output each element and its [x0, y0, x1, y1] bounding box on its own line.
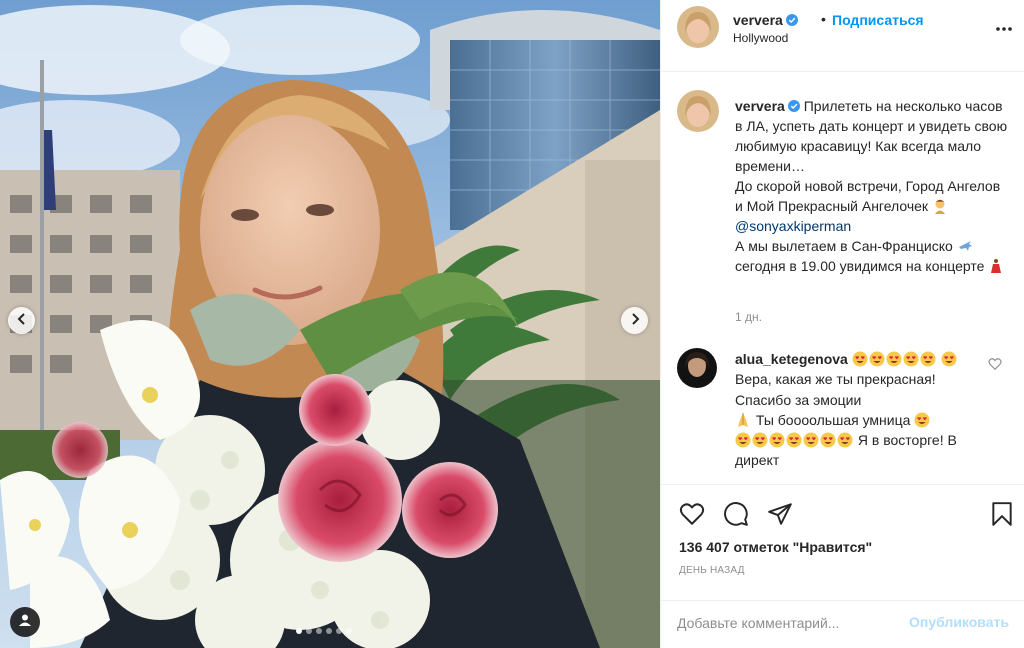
heart-eyes-emoji [941, 351, 957, 367]
heart-eyes-emoji [852, 351, 868, 367]
carousel-dot [306, 628, 312, 634]
mention-link[interactable]: @sonyaxkiperman [735, 218, 851, 234]
folded-hands-emoji [738, 412, 748, 427]
commenter-avatar[interactable] [677, 348, 717, 388]
carousel-dot [346, 628, 352, 634]
commenter-username[interactable]: alua_ketegenova [735, 351, 848, 367]
carousel-dot [336, 628, 342, 634]
heart-eyes-emoji [820, 432, 836, 448]
post-caption: ververa Прилететь на несколько часов в Л… [661, 74, 1024, 336]
verified-badge-icon [787, 100, 800, 112]
caption-line: До скорой новой встречи, Город Ангелов и… [735, 178, 1001, 214]
avatar[interactable] [677, 90, 719, 132]
heart-eyes-emoji [735, 432, 751, 448]
carousel-dot [296, 628, 302, 634]
heart-eyes-emoji [837, 432, 853, 448]
airplane-emoji [958, 241, 972, 251]
heart-eyes-emoji [869, 351, 885, 367]
user-tag-icon [18, 613, 32, 632]
bookmark-icon[interactable] [989, 501, 1015, 527]
caption-line: сегодня в 19.00 увидимся на концерте [735, 258, 985, 274]
carousel-indicator [296, 628, 352, 634]
comment-bubble-icon[interactable] [723, 501, 749, 527]
heart-eyes-emoji [920, 351, 936, 367]
comment-item: alua_ketegenova Вера, какая же ты прекра… [661, 345, 1024, 480]
chevron-left-icon [16, 312, 28, 330]
user-tags-button[interactable] [10, 607, 40, 637]
carousel-dot [326, 628, 332, 634]
heart-eyes-emoji [886, 351, 902, 367]
chevron-right-icon [629, 312, 641, 330]
heart-icon[interactable] [679, 501, 705, 527]
post-sidebar: ververa • Подписаться Hollywood ververa … [660, 0, 1024, 648]
comment-input[interactable] [677, 611, 917, 635]
comment-line: Вера, какая же ты прекрасная! Спасибо за… [735, 371, 936, 408]
username-text[interactable]: ververa [733, 12, 783, 28]
heart-eyes-emoji [752, 432, 768, 448]
post-photo[interactable] [0, 0, 660, 648]
post-photo-image [0, 0, 660, 648]
carousel-dot [316, 628, 322, 634]
add-comment-bar: Опубликовать [661, 600, 1024, 648]
follow-button[interactable]: Подписаться [832, 12, 924, 28]
heart-eyes-emoji [786, 432, 802, 448]
heart-outline-icon[interactable] [988, 357, 1004, 373]
heart-eyes-emoji [914, 412, 930, 428]
prev-photo-button[interactable] [8, 307, 35, 334]
heart-eyes-emoji [903, 351, 919, 367]
post-header: ververa • Подписаться Hollywood [661, 0, 1024, 72]
header-separator: • [821, 11, 826, 27]
caption-line: А мы вылетаем в Сан-Франциско [735, 238, 953, 254]
post-author-username[interactable]: ververa [733, 12, 798, 28]
caption-text: ververa Прилететь на несколько часов в Л… [735, 96, 1011, 276]
post-location[interactable]: Hollywood [733, 31, 788, 45]
likes-count[interactable]: 136 407 отметок "Нравится" [679, 539, 872, 555]
paper-plane-icon[interactable] [767, 501, 793, 527]
caption-username[interactable]: ververa [735, 98, 785, 114]
publish-button[interactable]: Опубликовать [909, 614, 1009, 630]
heart-eyes-emoji [769, 432, 785, 448]
person-tipping-hand-emoji [934, 199, 945, 214]
caption-timestamp[interactable]: 1 дн. [735, 310, 762, 324]
dancer-emoji [991, 259, 1002, 273]
post-date[interactable]: День назад [679, 565, 745, 576]
heart-eyes-emoji [803, 432, 819, 448]
avatar[interactable] [677, 6, 719, 48]
more-options-icon[interactable] [992, 21, 1016, 37]
comment-line: Ты боооольшая умница [755, 411, 911, 428]
comment-text: alua_ketegenova Вера, какая же ты прекра… [735, 349, 973, 471]
verified-badge-icon [785, 14, 798, 26]
next-photo-button[interactable] [621, 307, 648, 334]
